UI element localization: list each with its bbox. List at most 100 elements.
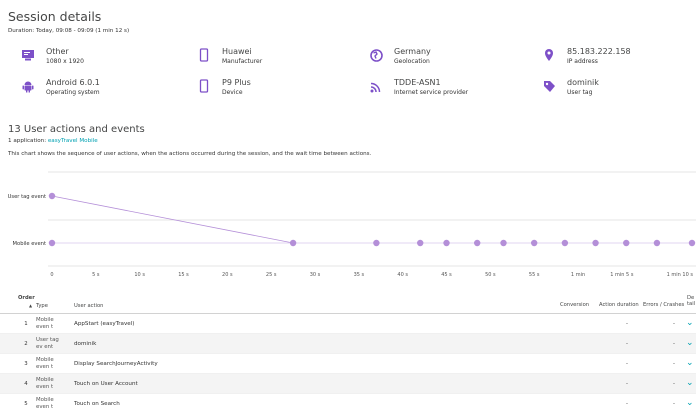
row-type: Mobile even t	[36, 377, 54, 390]
x-tick-label: 20 s	[222, 272, 233, 278]
row-number: 3	[24, 361, 28, 367]
chevron-down-icon[interactable]: ⌄	[686, 358, 694, 368]
col-order[interactable]: Order	[18, 295, 35, 301]
info-screen: Other 1080 x 1920	[20, 47, 84, 66]
row-action: dominik	[74, 341, 97, 347]
chart-description: This chart shows the sequence of user ac…	[8, 151, 372, 157]
info-value: Germany	[394, 47, 431, 56]
col-user-action: User action	[74, 303, 104, 309]
col-type: Type	[36, 303, 48, 309]
tag-icon	[541, 78, 557, 94]
smartphone-icon	[196, 78, 212, 94]
x-tick-label: 0	[50, 272, 53, 278]
info-label: 1080 x 1920	[46, 58, 84, 65]
user-actions-chart: User tag event Mobile event 0 5 s 10 s 15 s 20…	[8, 171, 696, 278]
info-value: 85.183.222.158	[567, 47, 631, 56]
event-point	[48, 192, 56, 200]
row-type: User tag ev ent	[36, 337, 59, 350]
location-pin-icon	[541, 47, 557, 63]
event-point	[443, 239, 450, 247]
row-number: 1	[24, 321, 28, 327]
row-action: Touch on Search	[74, 401, 120, 407]
session-duration: Duration: Today, 09:08 - 09:09 (1 min 12…	[8, 28, 130, 34]
info-value: TDDE-ASN1	[394, 78, 441, 87]
row-number: 4	[24, 381, 28, 387]
event-point	[623, 239, 630, 247]
row-type: Mobile even t	[36, 357, 54, 370]
x-tick-label: 55 s	[529, 272, 540, 278]
chevron-down-icon[interactable]: ⌄	[686, 378, 694, 388]
row-errors: -	[673, 341, 675, 347]
info-label: IP address	[567, 58, 598, 65]
row-number: 5	[24, 401, 28, 407]
table-row[interactable]: 1 Mobile even t AppStart (easyTravel) - …	[0, 314, 696, 334]
chevron-down-icon[interactable]: ⌄	[686, 318, 694, 328]
row-duration: -	[626, 321, 628, 327]
info-os: Android 6.0.1 Operating system	[20, 78, 100, 97]
info-label: User tag	[567, 89, 593, 96]
actions-table: Order ▲ Type User action Conversion Acti…	[0, 292, 696, 408]
info-value: Android 6.0.1	[46, 78, 100, 87]
globe-icon	[368, 47, 384, 63]
col-conversion: Conversion	[560, 302, 590, 308]
col-errors: Errors / Crashes	[643, 302, 685, 308]
x-tick-label: 10 s	[134, 272, 145, 278]
row-action: Touch on User Account	[74, 381, 138, 387]
android-icon	[20, 78, 36, 94]
event-point	[48, 239, 56, 247]
table-row[interactable]: 4 Mobile even t Touch on User Account - …	[0, 374, 696, 394]
event-point	[373, 239, 380, 247]
x-tick-label: 40 s	[397, 272, 408, 278]
row-duration: -	[626, 381, 628, 387]
y-axis-label: Mobile event	[13, 241, 46, 247]
event-point	[500, 239, 507, 247]
wifi-signal-icon	[368, 78, 384, 94]
row-duration: -	[626, 361, 628, 367]
x-tick-label: 45 s	[441, 272, 452, 278]
col-details: De tail	[687, 295, 696, 307]
event-point	[688, 239, 696, 247]
x-tick-label: 15 s	[178, 272, 189, 278]
x-tick-label: 1 min	[571, 272, 585, 278]
info-label: Manufacturer	[222, 58, 263, 65]
info-device: P9 Plus Device	[196, 78, 251, 97]
col-action-duration: Action duration	[599, 302, 639, 308]
x-tick-label: 50 s	[485, 272, 496, 278]
row-type: Mobile even t	[36, 317, 54, 330]
x-tick-label: 35 s	[354, 272, 365, 278]
event-point	[289, 239, 297, 247]
info-label: Internet service provider	[394, 89, 469, 96]
monitor-icon	[20, 47, 36, 63]
chevron-down-icon[interactable]: ⌄	[686, 398, 694, 408]
info-value: P9 Plus	[222, 78, 251, 87]
table-row[interactable]: 2 User tag ev ent dominik - - ⌄	[0, 334, 696, 354]
x-tick-label: 25 s	[266, 272, 277, 278]
info-user-tag: dominik User tag	[541, 78, 599, 97]
y-axis-label: User tag event	[8, 194, 46, 200]
row-action: Display SearchJourneyActivity	[74, 361, 158, 367]
info-value: Huawei	[222, 47, 252, 56]
session-title: Session details	[8, 9, 102, 24]
table-row[interactable]: 3 Mobile even t Display SearchJourneyAct…	[0, 354, 696, 374]
application-prefix: 1 application:	[8, 138, 48, 144]
event-point	[592, 239, 599, 247]
event-point	[474, 239, 481, 247]
row-duration: -	[626, 401, 628, 407]
event-point	[530, 239, 538, 247]
info-label: Device	[222, 89, 243, 96]
application-line: 1 application: easyTravel Mobile	[8, 138, 98, 144]
table-row[interactable]: 5 Mobile even t Touch on Search - - ⌄	[0, 394, 696, 408]
application-link[interactable]: easyTravel Mobile	[48, 138, 98, 144]
info-value: dominik	[567, 78, 599, 87]
info-ip: 85.183.222.158 IP address	[541, 47, 631, 66]
x-tick-label: 1 min 5 s	[610, 272, 634, 278]
info-manufacturer: Huawei Manufacturer	[196, 47, 262, 66]
sort-arrow-icon[interactable]: ▲	[29, 303, 32, 308]
info-isp: TDDE-ASN1 Internet service provider	[368, 78, 468, 97]
info-value: Other	[46, 47, 69, 56]
row-duration: -	[626, 341, 628, 347]
info-label: Operating system	[46, 89, 100, 96]
event-point	[417, 239, 424, 247]
chevron-down-icon[interactable]: ⌄	[686, 338, 694, 348]
table-header: Order ▲ Type User action Conversion Acti…	[0, 292, 696, 314]
